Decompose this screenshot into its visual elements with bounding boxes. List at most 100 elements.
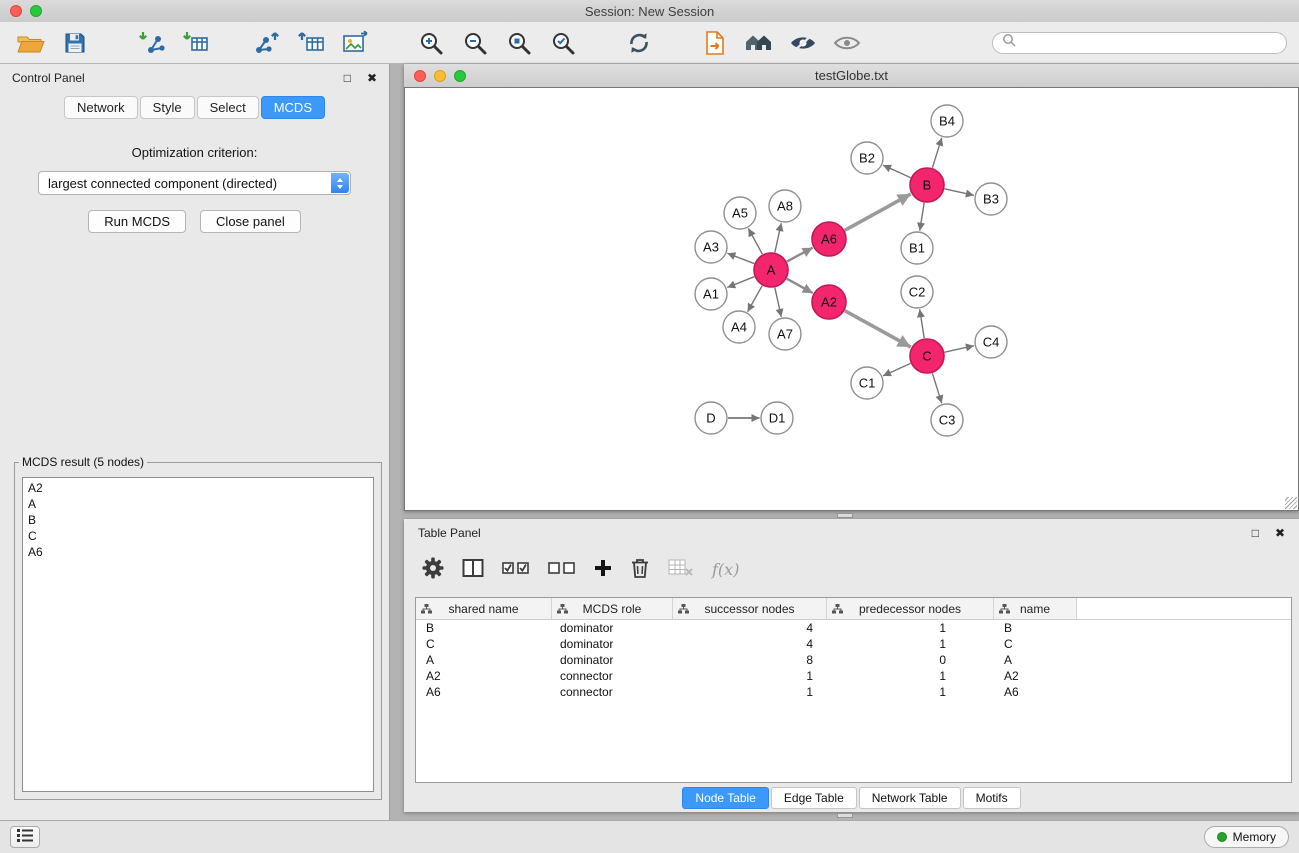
node-B[interactable]: B (910, 168, 944, 202)
edge-B-B1[interactable] (920, 203, 924, 231)
tab-select[interactable]: Select (197, 96, 259, 119)
node-A2[interactable]: A2 (812, 285, 846, 319)
network-minimize-button[interactable] (434, 70, 446, 82)
close-panel-button[interactable]: Close panel (200, 210, 301, 233)
result-item[interactable]: A2 (28, 480, 368, 496)
column-header-MCDS-role[interactable]: MCDS role (552, 598, 673, 619)
node-A[interactable]: A (754, 253, 788, 287)
node-B1[interactable]: B1 (901, 232, 933, 264)
zoom-out-button[interactable] (456, 26, 494, 60)
show-columns-button[interactable] (462, 558, 484, 581)
run-mcds-button[interactable]: Run MCDS (88, 210, 186, 233)
splitter-handle[interactable] (837, 513, 853, 518)
export-table-button[interactable] (292, 26, 330, 60)
column-header-name[interactable]: name (994, 598, 1077, 619)
tab-style[interactable]: Style (140, 96, 195, 119)
task-history-button[interactable] (10, 826, 40, 848)
zoom-in-button[interactable] (412, 26, 450, 60)
edge-B-B3[interactable] (945, 189, 974, 195)
result-item[interactable]: A (28, 496, 368, 512)
table-row[interactable]: A2connector11A2 (416, 668, 1291, 684)
tab-motifs[interactable]: Motifs (963, 787, 1021, 809)
edge-C-C2[interactable] (920, 309, 925, 338)
network-graph[interactable]: B4B2BB3A5A8A6B1A3AA1C2A2A4A7C4CC1C3DD1 (405, 88, 1298, 510)
splitter-handle[interactable] (837, 813, 853, 818)
import-table-button[interactable] (176, 26, 214, 60)
edge-A-A3[interactable] (727, 253, 754, 263)
zoom-selected-button[interactable] (544, 26, 582, 60)
edge-A-A2[interactable] (787, 279, 813, 293)
node-C[interactable]: C (910, 339, 944, 373)
result-item[interactable]: C (28, 528, 368, 544)
node-A6[interactable]: A6 (812, 222, 846, 256)
column-header-predecessor-nodes[interactable]: predecessor nodes (827, 598, 994, 619)
table-row[interactable]: Adominator80A (416, 652, 1291, 668)
tab-mcds[interactable]: MCDS (261, 96, 325, 119)
import-network-button[interactable] (132, 26, 170, 60)
edge-B-B4[interactable] (932, 138, 941, 168)
tab-node-table[interactable]: Node Table (682, 787, 769, 809)
node-B2[interactable]: B2 (851, 142, 883, 174)
table-row[interactable]: A6connector11A6 (416, 684, 1291, 700)
network-close-button[interactable] (414, 70, 426, 82)
zoom-fit-button[interactable] (500, 26, 538, 60)
save-session-button[interactable] (56, 26, 94, 60)
search-input[interactable] (1022, 35, 1277, 51)
edge-C-C1[interactable] (883, 363, 911, 375)
node-A8[interactable]: A8 (769, 190, 801, 222)
network-zoom-button[interactable] (454, 70, 466, 82)
edge-C-C3[interactable] (932, 373, 941, 403)
search-field[interactable] (992, 32, 1287, 54)
edge-A-A7[interactable] (775, 288, 781, 317)
edge-B-B2[interactable] (883, 165, 911, 177)
deselect-all-button[interactable] (548, 559, 576, 580)
close-window-button[interactable] (10, 5, 22, 17)
edge-A2-C[interactable] (845, 311, 911, 347)
home-button[interactable] (740, 26, 778, 60)
edge-C-C4[interactable] (945, 346, 974, 352)
edge-A-A1[interactable] (727, 277, 754, 288)
function-builder-button[interactable]: f(x) (712, 560, 739, 579)
show-details-button[interactable] (828, 26, 866, 60)
refresh-layout-button[interactable] (620, 26, 658, 60)
node-C3[interactable]: C3 (931, 404, 963, 436)
close-panel-icon[interactable]: ✖ (367, 72, 377, 84)
result-item[interactable]: B (28, 512, 368, 528)
table-settings-button[interactable] (422, 557, 444, 582)
delete-table-button[interactable] (668, 558, 694, 581)
float-panel-icon[interactable]: □ (344, 72, 351, 84)
edge-A-A4[interactable] (748, 286, 763, 312)
node-D[interactable]: D (695, 402, 727, 434)
edge-A6-B[interactable] (845, 194, 911, 230)
node-C1[interactable]: C1 (851, 367, 883, 399)
tab-network-table[interactable]: Network Table (859, 787, 961, 809)
node-C4[interactable]: C4 (975, 326, 1007, 358)
table-row[interactable]: Bdominator41B (416, 620, 1291, 636)
result-item[interactable]: A6 (28, 544, 368, 560)
memory-button[interactable]: Memory (1204, 826, 1289, 848)
float-table-panel-icon[interactable]: □ (1252, 527, 1259, 539)
edge-A-A8[interactable] (775, 223, 781, 252)
export-network-button[interactable] (248, 26, 286, 60)
node-C2[interactable]: C2 (901, 276, 933, 308)
optimization-criterion-dropdown[interactable]: largest connected component (directed) (38, 171, 351, 195)
edge-A-A6[interactable] (787, 248, 813, 262)
select-all-button[interactable] (502, 559, 530, 580)
node-A5[interactable]: A5 (724, 197, 756, 229)
document-export-button[interactable] (696, 26, 734, 60)
delete-column-button[interactable] (630, 557, 650, 582)
tab-network[interactable]: Network (64, 96, 138, 119)
resize-grip-icon[interactable] (1285, 497, 1297, 509)
node-A4[interactable]: A4 (723, 311, 755, 343)
node-A1[interactable]: A1 (695, 278, 727, 310)
network-canvas[interactable]: B4B2BB3A5A8A6B1A3AA1C2A2A4A7C4CC1C3DD1 (404, 87, 1299, 511)
dropdown-stepper-icon[interactable] (331, 173, 349, 193)
tab-edge-table[interactable]: Edge Table (771, 787, 857, 809)
export-image-button[interactable] (336, 26, 374, 60)
add-column-button[interactable] (594, 559, 612, 580)
zoom-window-button[interactable] (30, 5, 42, 17)
node-D1[interactable]: D1 (761, 402, 793, 434)
column-header-successor-nodes[interactable]: successor nodes (673, 598, 827, 619)
node-A7[interactable]: A7 (769, 318, 801, 350)
node-B3[interactable]: B3 (975, 183, 1007, 215)
